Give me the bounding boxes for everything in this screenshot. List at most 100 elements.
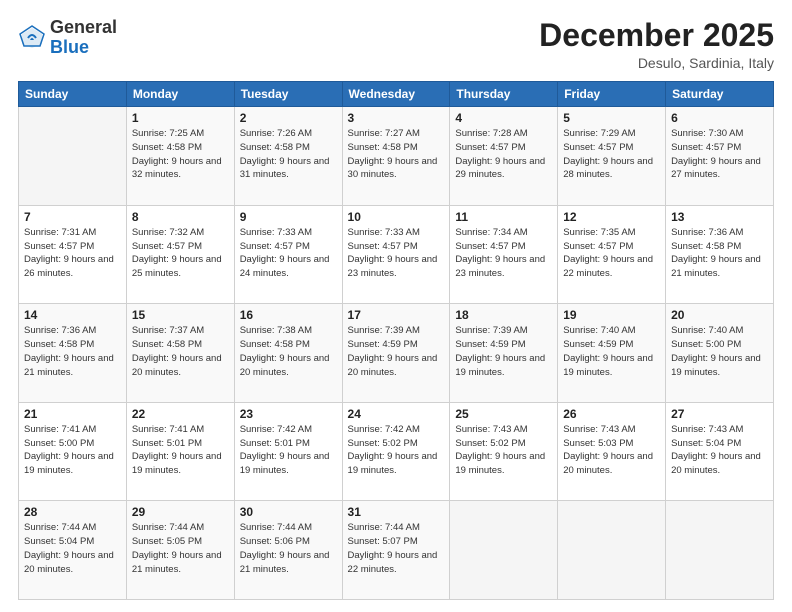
day-info: Sunrise: 7:28 AMSunset: 4:57 PMDaylight:… <box>455 127 552 182</box>
logo-text: General Blue <box>50 18 117 58</box>
day-cell: 23 Sunrise: 7:42 AMSunset: 5:01 PMDayligh… <box>234 402 342 501</box>
day-cell: 16 Sunrise: 7:38 AMSunset: 4:58 PMDayligh… <box>234 304 342 403</box>
day-cell: 24Sunrise: 7:42 AMSunset: 5:02 PMDayligh… <box>342 402 450 501</box>
day-number: 26 <box>563 407 660 421</box>
logo-blue: Blue <box>50 37 89 57</box>
day-number: 18 <box>455 308 552 322</box>
day-cell: 12Sunrise: 7:35 AMSunset: 4:57 PMDayligh… <box>558 205 666 304</box>
day-info: Sunrise: 7:32 AMSunset: 4:57 PMDaylight:… <box>132 226 229 281</box>
day-info: Sunrise: 7:31 AMSunset: 4:57 PMDaylight:… <box>24 226 121 281</box>
day-number: 19 <box>563 308 660 322</box>
logo-general: General <box>50 17 117 37</box>
day-info: Sunrise: 7:37 AMSunset: 4:58 PMDaylight:… <box>132 324 229 379</box>
day-info: Sunrise: 7:44 AMSunset: 5:04 PMDaylight:… <box>24 521 121 576</box>
day-number: 20 <box>671 308 768 322</box>
day-number: 3 <box>348 111 445 125</box>
day-cell: 9 Sunrise: 7:33 AMSunset: 4:57 PMDaylight… <box>234 205 342 304</box>
day-info: Sunrise: 7:41 AMSunset: 5:01 PMDaylight:… <box>132 423 229 478</box>
day-cell: 20Sunrise: 7:40 AMSunset: 5:00 PMDayligh… <box>666 304 774 403</box>
day-info: Sunrise: 7:43 AMSunset: 5:04 PMDaylight:… <box>671 423 768 478</box>
header-friday: Friday <box>558 82 666 107</box>
day-info: Sunrise: 7:29 AMSunset: 4:57 PMDaylight:… <box>563 127 660 182</box>
day-cell: 31 Sunrise: 7:44 AMSunset: 5:07 PMDayligh… <box>342 501 450 600</box>
day-number: 6 <box>671 111 768 125</box>
day-cell: 27 Sunrise: 7:43 AMSunset: 5:04 PMDayligh… <box>666 402 774 501</box>
day-number: 31 <box>348 505 445 519</box>
day-cell: 11Sunrise: 7:34 AMSunset: 4:57 PMDayligh… <box>450 205 558 304</box>
day-info: Sunrise: 7:43 AMSunset: 5:03 PMDaylight:… <box>563 423 660 478</box>
day-cell: 26 Sunrise: 7:43 AMSunset: 5:03 PMDayligh… <box>558 402 666 501</box>
day-cell: 22Sunrise: 7:41 AMSunset: 5:01 PMDayligh… <box>126 402 234 501</box>
day-cell: 30Sunrise: 7:44 AMSunset: 5:06 PMDayligh… <box>234 501 342 600</box>
day-info: Sunrise: 7:34 AMSunset: 4:57 PMDaylight:… <box>455 226 552 281</box>
day-number: 30 <box>240 505 337 519</box>
day-number: 21 <box>24 407 121 421</box>
day-info: Sunrise: 7:25 AMSunset: 4:58 PMDaylight:… <box>132 127 229 182</box>
day-info: Sunrise: 7:39 AMSunset: 4:59 PMDaylight:… <box>348 324 445 379</box>
day-info: Sunrise: 7:44 AMSunset: 5:07 PMDaylight:… <box>348 521 445 576</box>
day-number: 24 <box>348 407 445 421</box>
day-number: 4 <box>455 111 552 125</box>
day-info: Sunrise: 7:43 AMSunset: 5:02 PMDaylight:… <box>455 423 552 478</box>
day-number: 15 <box>132 308 229 322</box>
week-row-2: 7 Sunrise: 7:31 AMSunset: 4:57 PMDaylight… <box>19 205 774 304</box>
day-cell: 5 Sunrise: 7:29 AMSunset: 4:57 PMDaylight… <box>558 107 666 206</box>
day-cell: 1 Sunrise: 7:25 AMSunset: 4:58 PMDaylight… <box>126 107 234 206</box>
month-title: December 2025 <box>539 18 774 53</box>
logo-icon <box>18 24 46 52</box>
location: Desulo, Sardinia, Italy <box>539 55 774 71</box>
day-info: Sunrise: 7:42 AMSunset: 5:01 PMDaylight:… <box>240 423 337 478</box>
day-cell: 17Sunrise: 7:39 AMSunset: 4:59 PMDayligh… <box>342 304 450 403</box>
day-cell: 21Sunrise: 7:41 AMSunset: 5:00 PMDayligh… <box>19 402 127 501</box>
day-cell: 7 Sunrise: 7:31 AMSunset: 4:57 PMDaylight… <box>19 205 127 304</box>
day-number: 13 <box>671 210 768 224</box>
day-cell <box>558 501 666 600</box>
day-cell <box>19 107 127 206</box>
day-cell: 2 Sunrise: 7:26 AMSunset: 4:58 PMDaylight… <box>234 107 342 206</box>
day-number: 8 <box>132 210 229 224</box>
day-number: 23 <box>240 407 337 421</box>
day-number: 7 <box>24 210 121 224</box>
day-cell: 13Sunrise: 7:36 AMSunset: 4:58 PMDayligh… <box>666 205 774 304</box>
day-number: 1 <box>132 111 229 125</box>
day-cell: 8 Sunrise: 7:32 AMSunset: 4:57 PMDaylight… <box>126 205 234 304</box>
day-cell: 6 Sunrise: 7:30 AMSunset: 4:57 PMDaylight… <box>666 107 774 206</box>
day-info: Sunrise: 7:26 AMSunset: 4:58 PMDaylight:… <box>240 127 337 182</box>
day-number: 12 <box>563 210 660 224</box>
day-info: Sunrise: 7:30 AMSunset: 4:57 PMDaylight:… <box>671 127 768 182</box>
day-number: 2 <box>240 111 337 125</box>
title-block: December 2025 Desulo, Sardinia, Italy <box>539 18 774 71</box>
day-info: Sunrise: 7:38 AMSunset: 4:58 PMDaylight:… <box>240 324 337 379</box>
day-info: Sunrise: 7:39 AMSunset: 4:59 PMDaylight:… <box>455 324 552 379</box>
day-cell: 18 Sunrise: 7:39 AMSunset: 4:59 PMDayligh… <box>450 304 558 403</box>
week-row-3: 14Sunrise: 7:36 AMSunset: 4:58 PMDayligh… <box>19 304 774 403</box>
header: General Blue December 2025 Desulo, Sardi… <box>18 18 774 71</box>
day-number: 10 <box>348 210 445 224</box>
logo: General Blue <box>18 18 117 58</box>
header-monday: Monday <box>126 82 234 107</box>
day-cell: 4 Sunrise: 7:28 AMSunset: 4:57 PMDaylight… <box>450 107 558 206</box>
weekday-header-row: Sunday Monday Tuesday Wednesday Thursday… <box>19 82 774 107</box>
header-thursday: Thursday <box>450 82 558 107</box>
day-cell: 3 Sunrise: 7:27 AMSunset: 4:58 PMDaylight… <box>342 107 450 206</box>
day-info: Sunrise: 7:33 AMSunset: 4:57 PMDaylight:… <box>348 226 445 281</box>
day-number: 5 <box>563 111 660 125</box>
calendar: Sunday Monday Tuesday Wednesday Thursday… <box>18 81 774 600</box>
week-row-4: 21Sunrise: 7:41 AMSunset: 5:00 PMDayligh… <box>19 402 774 501</box>
header-tuesday: Tuesday <box>234 82 342 107</box>
day-number: 16 <box>240 308 337 322</box>
day-number: 28 <box>24 505 121 519</box>
day-info: Sunrise: 7:44 AMSunset: 5:05 PMDaylight:… <box>132 521 229 576</box>
week-row-1: 1 Sunrise: 7:25 AMSunset: 4:58 PMDaylight… <box>19 107 774 206</box>
day-info: Sunrise: 7:27 AMSunset: 4:58 PMDaylight:… <box>348 127 445 182</box>
day-number: 9 <box>240 210 337 224</box>
day-info: Sunrise: 7:40 AMSunset: 4:59 PMDaylight:… <box>563 324 660 379</box>
page: General Blue December 2025 Desulo, Sardi… <box>0 0 792 612</box>
header-sunday: Sunday <box>19 82 127 107</box>
day-cell: 14Sunrise: 7:36 AMSunset: 4:58 PMDayligh… <box>19 304 127 403</box>
day-number: 27 <box>671 407 768 421</box>
day-number: 29 <box>132 505 229 519</box>
day-info: Sunrise: 7:33 AMSunset: 4:57 PMDaylight:… <box>240 226 337 281</box>
week-row-5: 28 Sunrise: 7:44 AMSunset: 5:04 PMDayligh… <box>19 501 774 600</box>
header-saturday: Saturday <box>666 82 774 107</box>
